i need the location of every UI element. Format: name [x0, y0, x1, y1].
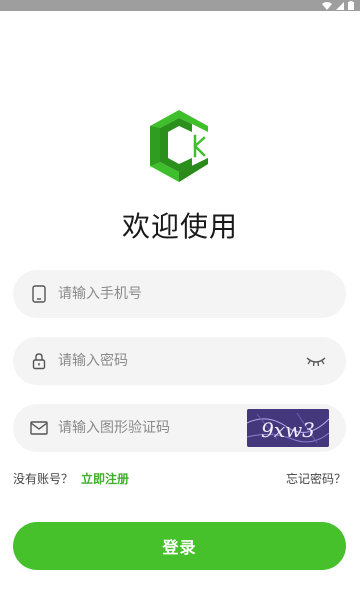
status-bar — [0, 0, 360, 11]
status-icons — [322, 1, 354, 10]
no-account-text: 没有账号？ — [13, 472, 74, 486]
auth-links: 没有账号？ 立即注册 忘记密码？ — [13, 470, 346, 486]
password-field[interactable] — [13, 337, 346, 385]
password-input[interactable] — [58, 337, 304, 385]
page-title: 欢迎使用 — [121, 210, 238, 243]
captcha-text: 9xw3 — [261, 418, 315, 442]
phone-icon — [30, 285, 48, 303]
register-link[interactable]: 立即注册 — [81, 470, 129, 487]
eye-closed-icon[interactable] — [304, 352, 328, 370]
login-screen: 欢迎使用 请输入手机号 请输入图形验证码 9xw3 没有账号？ 立即注册 忘记密… — [0, 0, 360, 600]
app-logo — [150, 110, 208, 182]
signal-icon — [336, 1, 344, 10]
battery-icon — [348, 1, 354, 10]
login-button[interactable]: 登录 — [13, 522, 346, 570]
phone-field[interactable] — [13, 270, 346, 318]
captcha-field[interactable]: 9xw3 — [13, 404, 346, 452]
wifi-icon — [322, 1, 332, 10]
forgot-password-link[interactable]: 忘记密码？ — [286, 470, 346, 487]
mail-icon — [30, 419, 48, 437]
phone-input[interactable] — [58, 270, 346, 318]
lock-icon — [30, 352, 48, 370]
captcha-image[interactable]: 9xw3 — [247, 409, 329, 447]
captcha-input[interactable] — [58, 404, 247, 452]
